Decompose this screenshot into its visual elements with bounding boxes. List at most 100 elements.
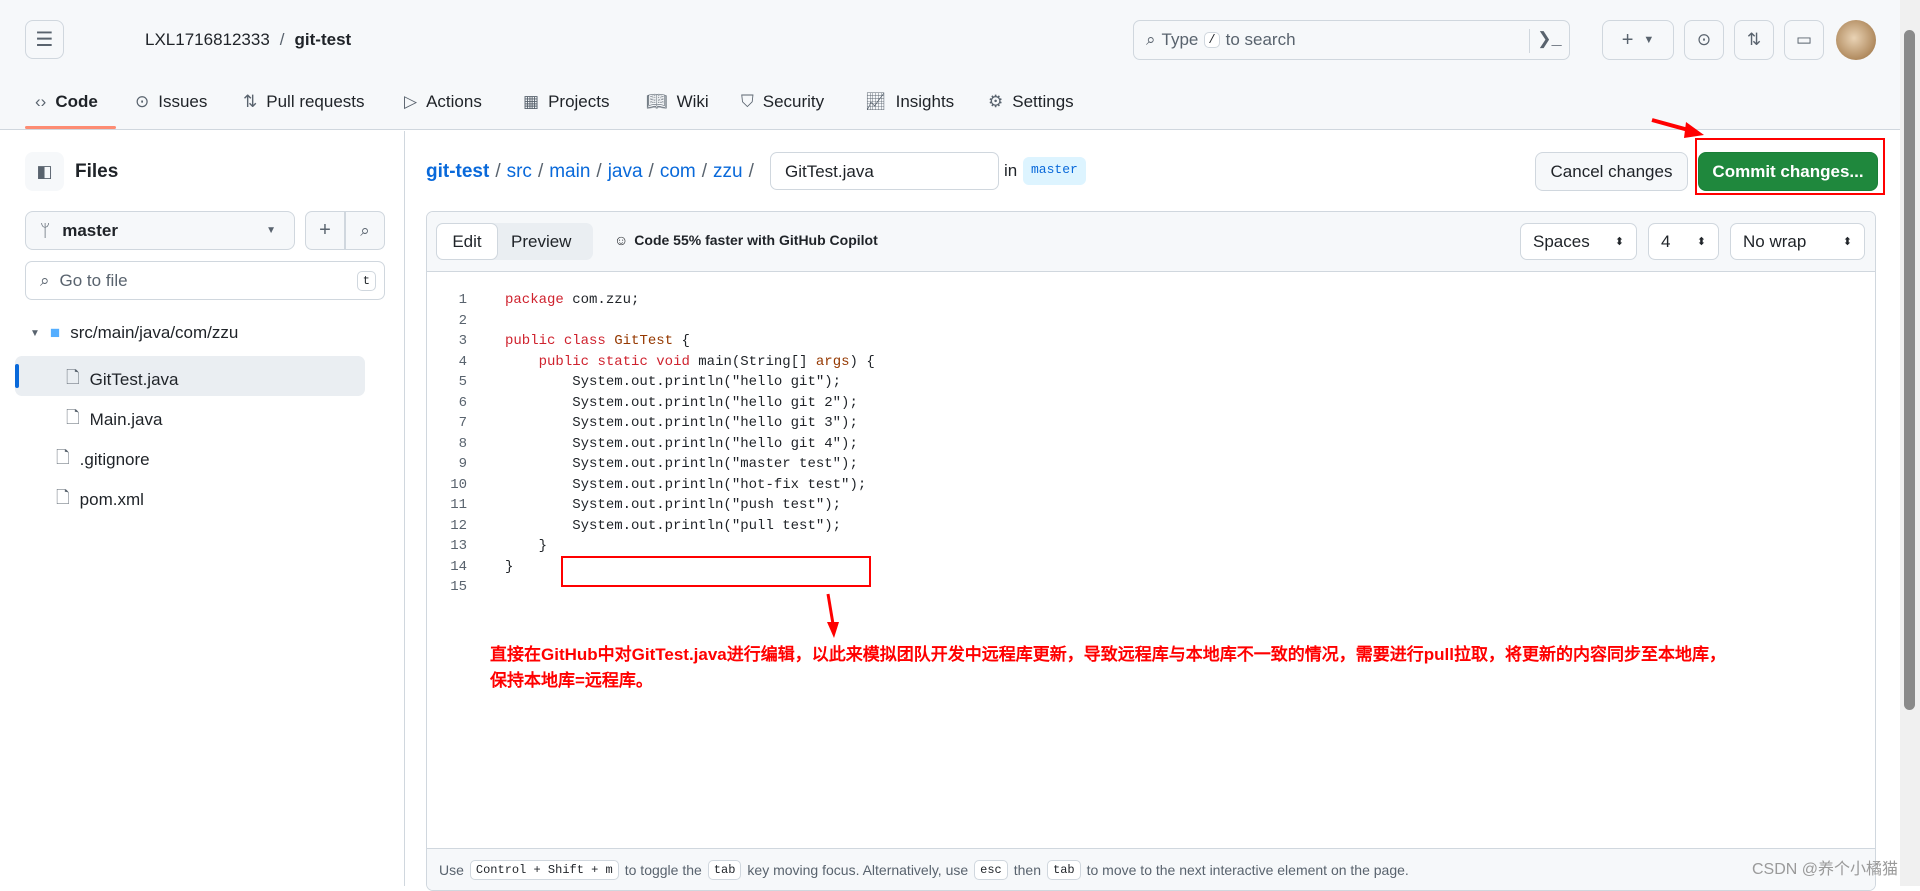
line-number: 1	[458, 292, 467, 308]
tree-file-item[interactable]: 🗋 Main.java	[66, 405, 162, 434]
branch-badge: master	[1023, 157, 1086, 185]
code-line[interactable]: System.out.println("hot-fix test");	[505, 477, 866, 493]
annotation-arrow-icon	[1651, 118, 1704, 138]
code-line[interactable]: System.out.println("master test");	[505, 456, 858, 472]
file-tree-sidebar: ◧ Files ᛘ master ▼ + ⌕ ⌕ Go to file t ▼ ■ sr…	[0, 131, 405, 886]
tree-folder-item[interactable]: ▼ ■ src/main/java/com/zzu	[30, 323, 238, 343]
line-number: 2	[458, 312, 467, 329]
code-icon: ‹›	[35, 92, 47, 111]
annotation-highlight-box	[561, 556, 871, 587]
annotation-text: 直接在GitHub中对GitTest.java进行编辑，以此来模拟团队开发中远程…	[490, 645, 1726, 690]
tree-file-item[interactable]: 🗋 pom.xml	[56, 485, 144, 514]
play-icon: ▷	[404, 92, 418, 111]
tab-settings[interactable]: ⚙ Settings	[988, 88, 1074, 116]
tab-wiki[interactable]: 📖︎ Wiki	[646, 88, 709, 116]
line-number: 14	[450, 558, 467, 575]
go-to-file-input[interactable]: ⌕ Go to file t	[25, 261, 385, 300]
tab-security[interactable]: ⛉ Security	[741, 88, 824, 116]
issues-icon[interactable]: ⊙	[1684, 20, 1724, 60]
watermark: CSDN @养个小橘猫	[1751, 861, 1898, 878]
owner-link[interactable]: LXL1716812333	[145, 30, 270, 50]
search-icon: ⌕	[1146, 30, 1156, 49]
code-line[interactable]: System.out.println("push test");	[505, 497, 841, 513]
copilot-promo[interactable]: ☺ Code 55% faster with GitHub Copilot	[614, 232, 878, 248]
pull-requests-icon[interactable]: ⇅	[1734, 20, 1774, 60]
line-number: 11	[450, 497, 467, 513]
selected-indicator	[15, 364, 19, 388]
github-logo-icon[interactable]	[84, 20, 124, 60]
avatar[interactable]	[1836, 20, 1876, 60]
line-number: 9	[458, 456, 467, 472]
annotation-arrow-icon	[826, 593, 839, 638]
search-files-button[interactable]: ⌕	[345, 211, 385, 250]
wrap-mode-select[interactable]: No wrap ⬍	[1730, 223, 1865, 260]
graph-icon: 📈︎	[865, 92, 887, 111]
tab-insights[interactable]: 📈︎ Insights	[865, 88, 954, 116]
file-icon: 🗋	[56, 488, 70, 507]
tab-edit[interactable]: Edit	[436, 223, 498, 260]
code-line[interactable]: }	[505, 538, 547, 554]
filename-input[interactable]: GitTest.java	[770, 152, 999, 190]
issue-icon: ⊙	[135, 92, 150, 111]
code-line[interactable]: System.out.println("pull test");	[505, 518, 841, 534]
search-input[interactable]: ⌕ Type / to search ❯_	[1133, 20, 1570, 60]
line-number: 6	[458, 394, 467, 411]
book-icon: 📖︎	[646, 92, 668, 111]
tree-file-item[interactable]: 🗋 .gitignore	[56, 445, 150, 474]
tab-preview[interactable]: Preview	[511, 232, 571, 252]
tab-issues[interactable]: ⊙ Issues	[135, 88, 207, 116]
code-line[interactable]: System.out.println("hello git");	[505, 374, 841, 390]
folder-icon: ■	[49, 323, 61, 342]
line-number: 10	[450, 476, 467, 493]
branch-icon: ᛘ	[40, 220, 51, 240]
hamburger-menu-button[interactable]: ☰	[25, 20, 64, 59]
code-line[interactable]: public static void main(String[] args) {	[505, 354, 875, 370]
global-header: ☰ LXL1716812333 / git-test ⌕ Type / to s…	[0, 0, 1900, 130]
add-file-button[interactable]: +	[305, 211, 345, 250]
shield-icon: ⛉	[741, 92, 754, 111]
indent-mode-select[interactable]: Spaces ⬍	[1520, 223, 1637, 260]
file-icon: 🗋	[56, 448, 70, 467]
line-number: 5	[458, 374, 467, 390]
code-line[interactable]: System.out.println("hello git 3");	[505, 415, 858, 431]
gear-icon: ⚙	[988, 92, 1004, 111]
branch-select[interactable]: ᛘ master ▼	[25, 211, 295, 250]
search-icon: ⌕	[40, 270, 50, 290]
create-new-button[interactable]: + ▼	[1602, 20, 1674, 60]
inbox-icon[interactable]: ▭	[1784, 20, 1824, 60]
tab-code[interactable]: ‹› Code	[35, 88, 98, 116]
tab-actions[interactable]: ▷ Actions	[404, 88, 482, 116]
copilot-icon: ☺	[614, 232, 629, 248]
cancel-changes-button[interactable]: Cancel changes	[1535, 152, 1688, 191]
command-palette-icon[interactable]: ❯_	[1529, 29, 1569, 53]
table-icon: ▦	[523, 92, 540, 111]
line-number: 3	[458, 333, 467, 349]
keyboard-hint: Use Control + Shift + m to toggle the tab ke…	[427, 848, 1875, 890]
pull-request-icon: ⇅	[243, 92, 258, 111]
tree-file-item[interactable]: 🗋 GitTest.java	[66, 365, 178, 394]
code-line[interactable]: System.out.println("hello git 4");	[505, 436, 858, 452]
line-number: 13	[450, 538, 467, 554]
chevron-down-icon: ▼	[30, 327, 40, 339]
code-line[interactable]: public class GitTest {	[505, 333, 690, 349]
repo-link[interactable]: git-test	[295, 30, 352, 50]
tab-projects[interactable]: ▦ Projects	[523, 88, 609, 116]
code-line[interactable]: package com.zzu;	[505, 292, 639, 308]
code-editor: Edit Preview ☺ Code 55% faster with GitHu…	[426, 211, 1876, 891]
breadcrumb: git-test / src / main / java / com / zzu /	[426, 161, 754, 182]
indent-size-select[interactable]: 4 ⬍	[1648, 223, 1719, 260]
code-line[interactable]: System.out.println("hello git 2");	[505, 395, 858, 411]
separator: /	[279, 30, 285, 49]
scrollbar[interactable]	[1900, 0, 1920, 886]
collapse-sidebar-button[interactable]: ◧	[25, 152, 64, 191]
line-number: 4	[458, 353, 467, 370]
file-icon: 🗋	[66, 368, 80, 387]
code-line[interactable]: }	[505, 559, 513, 575]
files-title: Files	[75, 161, 119, 182]
line-number: 15	[450, 579, 467, 595]
line-number: 12	[450, 517, 467, 534]
line-number: 8	[458, 435, 467, 452]
line-number: 7	[458, 415, 467, 431]
tab-pull-requests[interactable]: ⇅ Pull requests	[243, 88, 365, 116]
file-icon: 🗋	[66, 408, 80, 427]
